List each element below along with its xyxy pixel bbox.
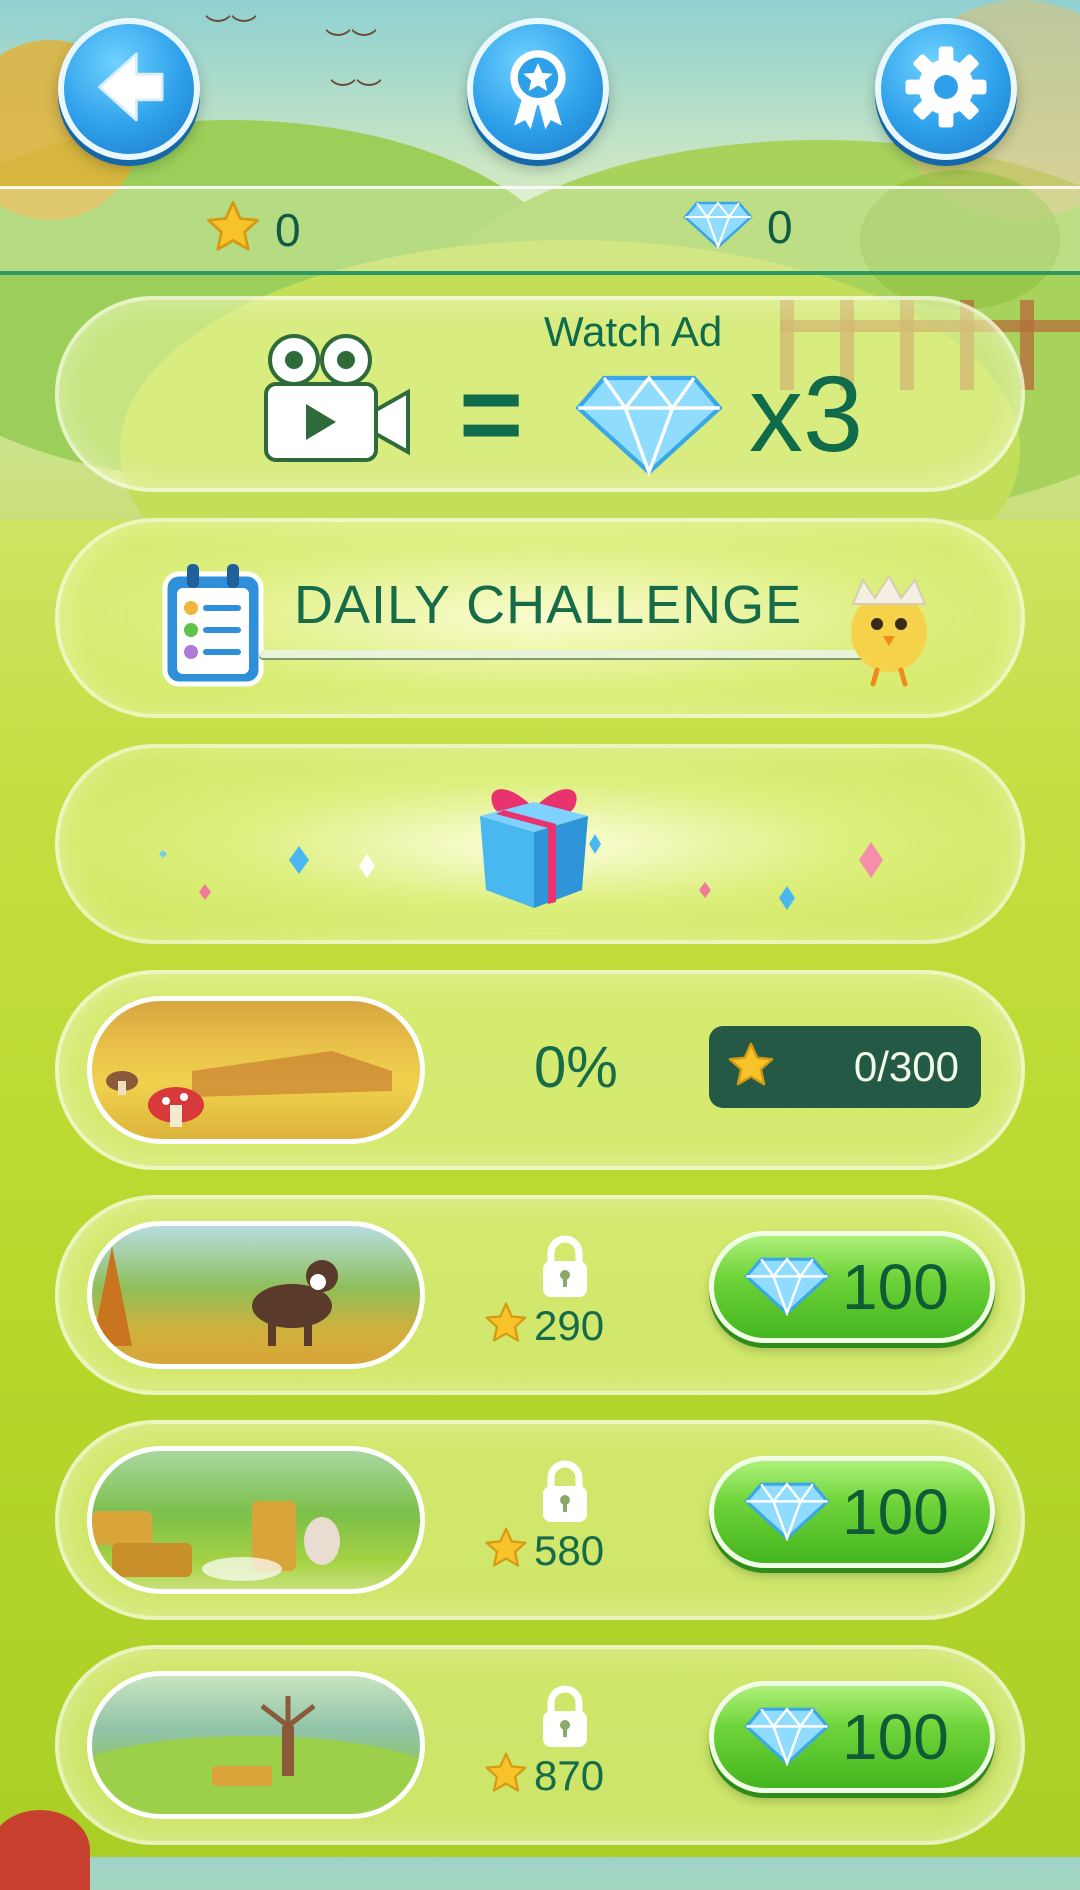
award-ribbon-icon: [492, 41, 584, 138]
required-stars: 290: [484, 1301, 604, 1350]
video-camera-icon: [254, 330, 414, 475]
unlock-with-diamonds-button[interactable]: 100: [709, 1681, 995, 1793]
level-row[interactable]: 580 100: [55, 1420, 1025, 1620]
achievements-button[interactable]: [467, 18, 609, 160]
diamond-icon: [574, 368, 724, 483]
watch-ad-button[interactable]: Watch Ad = x3: [55, 296, 1025, 492]
required-stars-value: 580: [534, 1526, 605, 1574]
checklist-icon: [159, 560, 269, 695]
gift-button[interactable]: [55, 744, 1025, 944]
back-arrow-icon: [83, 41, 175, 138]
diamond-count: 0: [767, 200, 793, 253]
star-icon: [205, 199, 261, 260]
level-thumbnail-dog-forest[interactable]: [87, 1221, 425, 1369]
level-row[interactable]: 870 100: [55, 1645, 1025, 1845]
reward-multiplier: x3: [749, 353, 864, 474]
required-stars-value: 870: [534, 1751, 605, 1799]
level-stars-progress: 0/300: [709, 1026, 981, 1108]
equals-sign: =: [459, 353, 524, 476]
level-progress-percent: 0%: [534, 1035, 618, 1100]
gift-box-icon: [464, 768, 604, 923]
star-icon: [727, 1041, 775, 1094]
required-stars: 870: [484, 1751, 604, 1800]
level-row[interactable]: 290 100: [55, 1195, 1025, 1395]
mushroom-decoration: [0, 1810, 90, 1890]
lock-icon: [537, 1460, 593, 1531]
level-row[interactable]: 0% 0/300: [55, 970, 1025, 1170]
unlock-price: 100: [842, 1251, 949, 1323]
level-thumbnail-hay-bales[interactable]: [87, 1446, 425, 1594]
settings-button[interactable]: [875, 18, 1017, 160]
level-thumbnail-windmill-valley[interactable]: [87, 1671, 425, 1819]
bird-icon: ︶︶: [205, 14, 258, 44]
lock-icon: [537, 1235, 593, 1306]
star-counter: 0: [205, 199, 301, 260]
unlock-price: 100: [842, 1476, 949, 1548]
level-thumbnail-mushroom-meadow[interactable]: [87, 996, 425, 1144]
unlock-price: 100: [842, 1701, 949, 1773]
level-stars-text: 0/300: [853, 1043, 959, 1090]
diamond-icon: [744, 1479, 830, 1546]
daily-challenge-underline: [259, 650, 899, 658]
lock-icon: [537, 1685, 593, 1756]
unlock-with-diamonds-button[interactable]: 100: [709, 1231, 995, 1343]
chick-icon: [839, 558, 939, 693]
currency-bar: 0 0: [0, 186, 1080, 275]
diamond-icon: [744, 1254, 830, 1321]
required-stars: 580: [484, 1526, 604, 1575]
diamond-icon: [744, 1704, 830, 1771]
gear-icon: [900, 41, 992, 138]
required-stars-value: 290: [534, 1301, 605, 1349]
back-button[interactable]: [58, 18, 200, 160]
bird-icon: ︶︶: [325, 28, 378, 58]
diamond-counter: 0: [683, 199, 793, 254]
unlock-with-diamonds-button[interactable]: 100: [709, 1456, 995, 1568]
daily-challenge-button[interactable]: DAILY CHALLENGE: [55, 518, 1025, 718]
star-icon: [484, 1301, 528, 1350]
star-icon: [484, 1751, 528, 1800]
bird-icon: ︶︶: [330, 78, 383, 108]
watch-ad-label: Watch Ad: [544, 308, 723, 355]
diamond-icon: [683, 199, 753, 254]
daily-challenge-title: DAILY CHALLENGE: [294, 575, 803, 635]
star-count: 0: [275, 203, 301, 256]
star-icon: [484, 1526, 528, 1575]
